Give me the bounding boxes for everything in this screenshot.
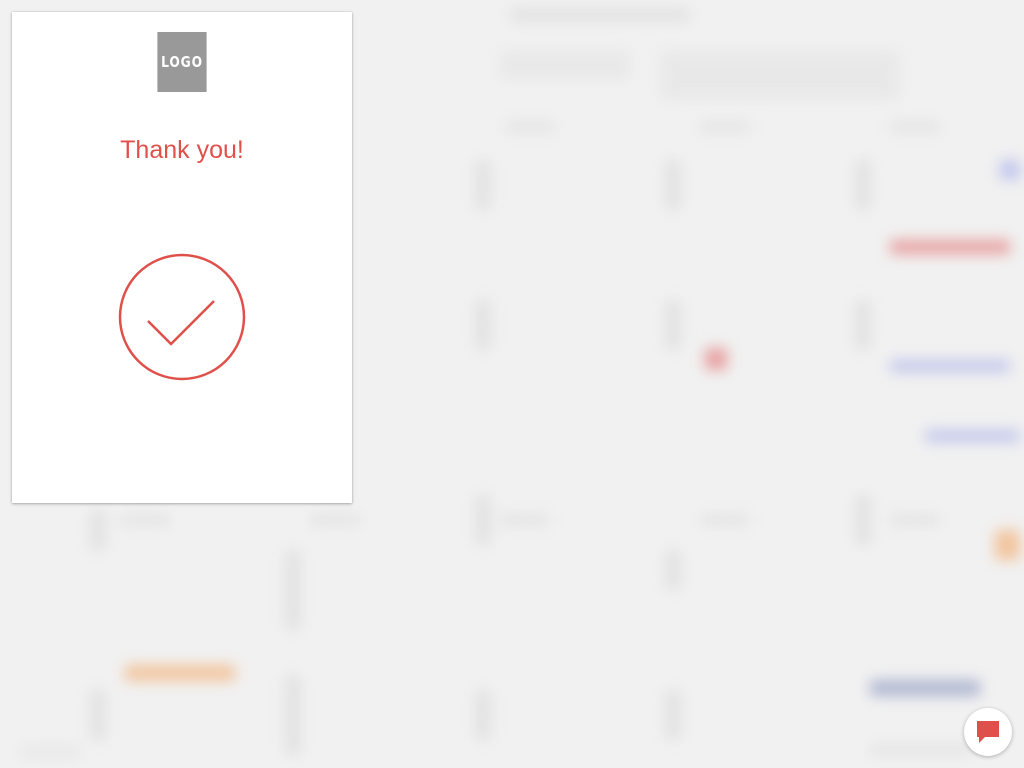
check-circle-icon [118,253,246,381]
logo: LOGO [157,32,207,92]
chat-button[interactable] [964,708,1012,756]
thank-you-title: Thank you! [120,136,244,164]
chat-bubble-icon [977,721,999,743]
thank-you-card: LOGO Thank you! [12,12,352,503]
